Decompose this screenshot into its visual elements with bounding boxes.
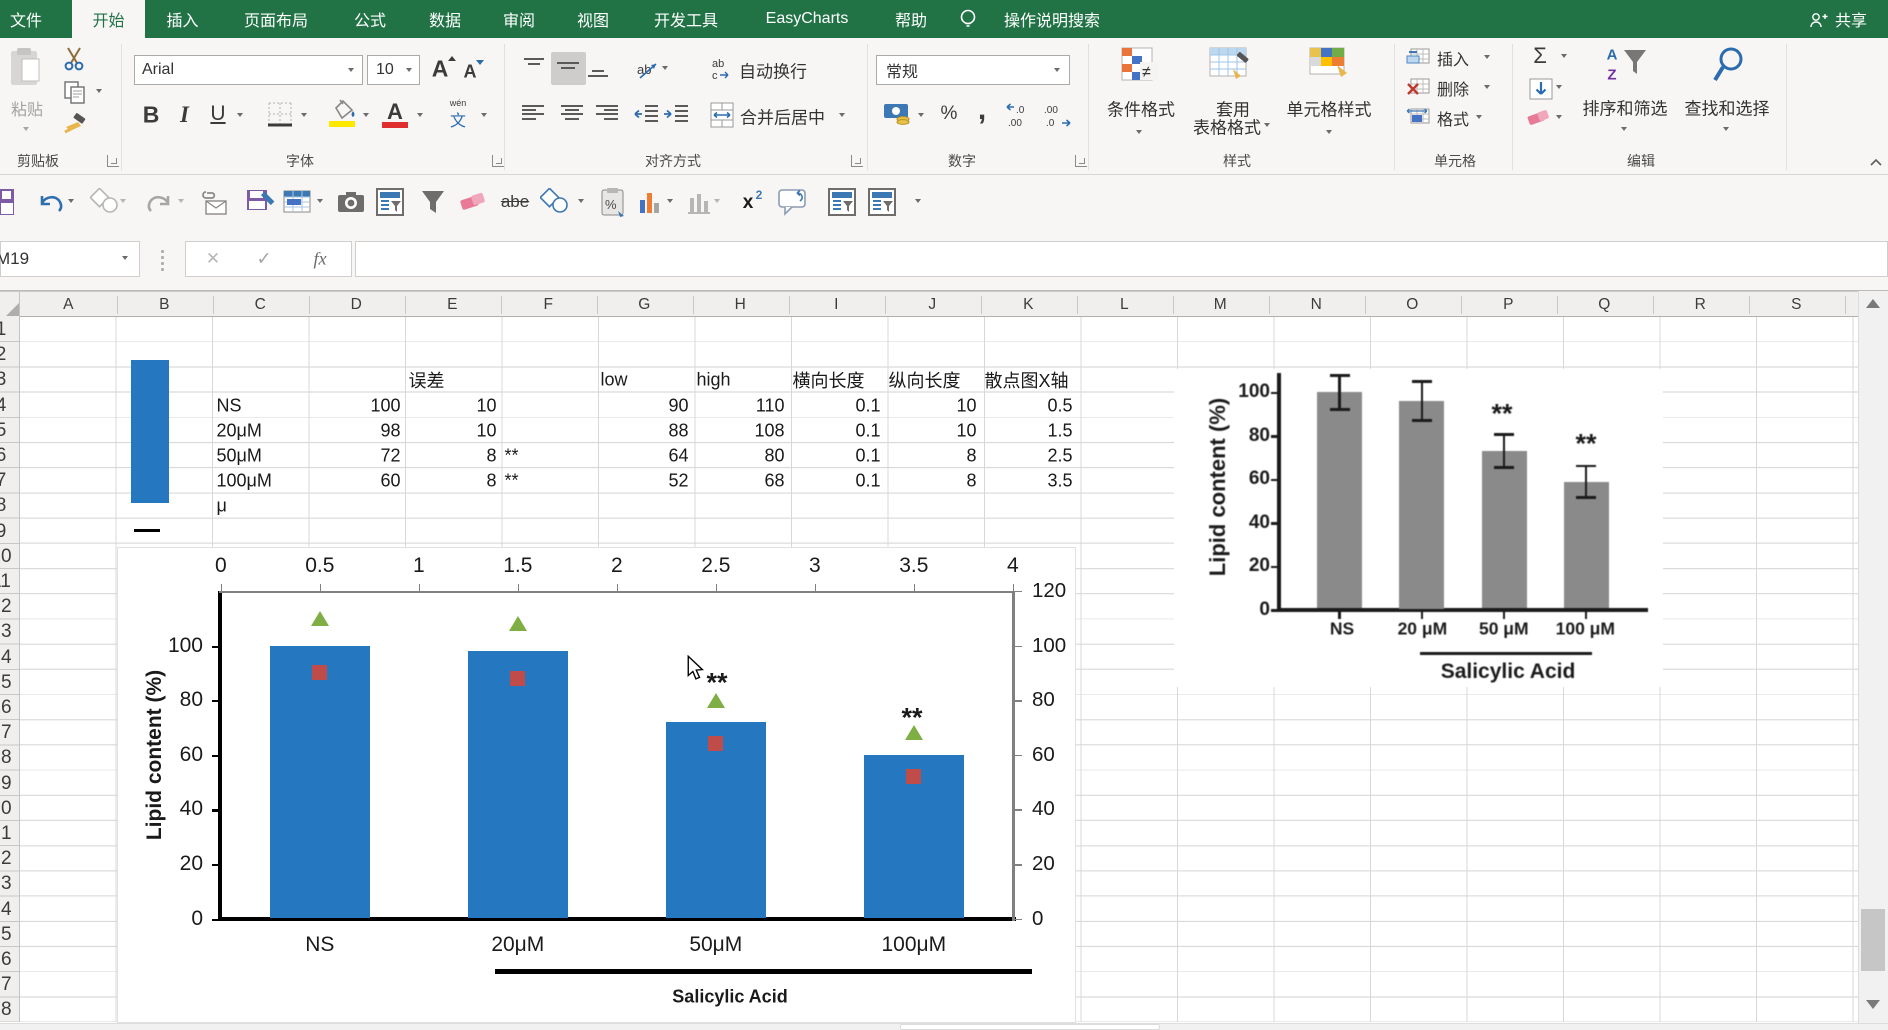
svg-text:c: c [712,70,718,81]
svg-text:≠: ≠ [1142,64,1151,81]
svg-text:.0: .0 [1016,105,1025,116]
svg-text:.00: .00 [1008,118,1022,129]
svg-text:.00: .00 [1044,105,1058,116]
svg-text:ab: ab [712,58,724,70]
svg-text:.0: .0 [1046,118,1055,129]
svg-text:%: % [605,197,617,212]
